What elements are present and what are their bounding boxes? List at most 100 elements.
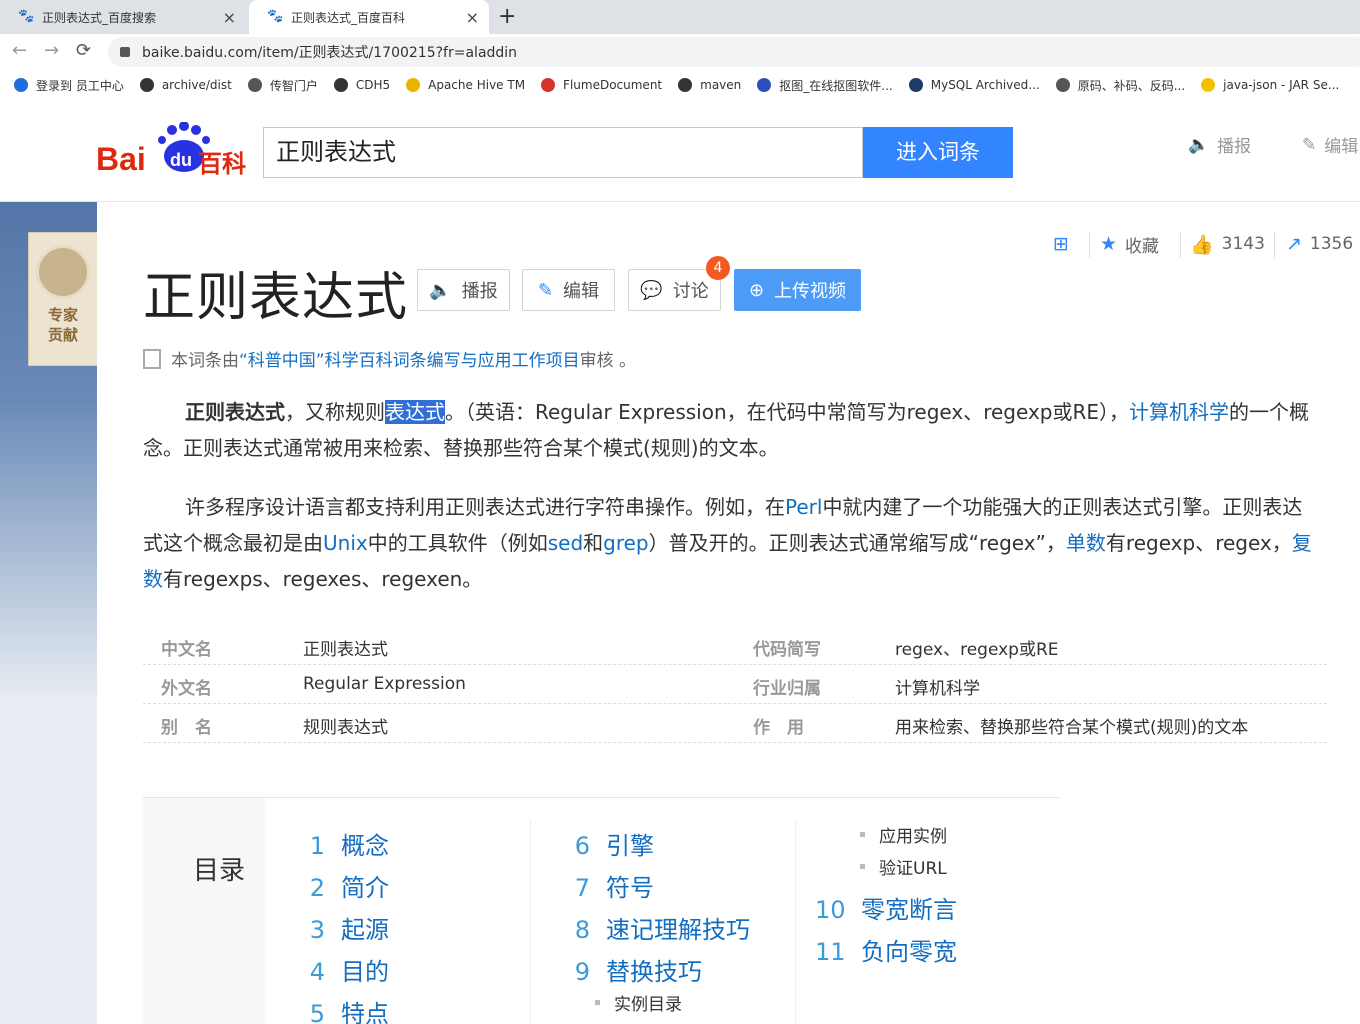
- audit-suffix: 审核 。: [579, 351, 637, 371]
- bookmark-item[interactable]: 原码、补码、反码...: [1055, 77, 1185, 94]
- bookmark-item[interactable]: 登录到 员工中心: [14, 77, 124, 94]
- toc-item[interactable]: 4 目的: [295, 952, 389, 987]
- like-count: 3143: [1221, 234, 1265, 254]
- table-of-contents: 目录 1 概念 2 简介 3 起源 4 目的 5 特点 6 引擎 7 符号 8 速记理解技巧 9…: [143, 797, 1060, 1024]
- collect-label: 收藏: [1125, 236, 1160, 257]
- bookmark-favicon-icon: [333, 78, 348, 92]
- toc-subitem[interactable]: 验证URL: [860, 854, 947, 879]
- toc-title: 特点: [341, 1000, 389, 1024]
- reload-button[interactable]: ⟳: [76, 40, 91, 61]
- bookmark-label: java-json - JAR Se...: [1223, 78, 1340, 92]
- link-unix[interactable]: Unix: [323, 531, 368, 555]
- add-entry-button[interactable]: ⊞: [1053, 230, 1077, 258]
- bullet-icon: [595, 1000, 600, 1005]
- bookmark-label: maven: [700, 78, 742, 92]
- toc-item[interactable]: 2 简介: [295, 868, 389, 903]
- edit-label: 编辑: [563, 281, 600, 302]
- toc-item[interactable]: 10 零宽断言: [815, 890, 957, 925]
- expert-contribution-badge[interactable]: 专家 贡献: [28, 232, 98, 366]
- toc-item[interactable]: 9 替换技巧: [560, 952, 702, 987]
- info-value: Regular Expression: [303, 674, 466, 694]
- tab-title: 正则表达式_百度百科: [291, 10, 406, 25]
- baidu-baike-logo[interactable]: Bai du 百科: [96, 121, 252, 178]
- bookmark-favicon-icon: [908, 78, 923, 92]
- broadcast-label: 播报: [461, 281, 498, 302]
- divider: [1274, 232, 1275, 258]
- info-value: 规则表达式: [303, 718, 388, 738]
- edit-button[interactable]: ✎ 编辑: [522, 269, 615, 311]
- header-edit-button[interactable]: ✎ 编辑: [1302, 132, 1359, 158]
- address-bar[interactable]: baike.baidu.com/item/正则表达式/1700215?fr=al…: [108, 37, 1360, 67]
- tab-close-icon[interactable]: ×: [466, 8, 479, 27]
- bullet-icon: [860, 864, 865, 869]
- bookmark-favicon-icon: [541, 78, 556, 92]
- bookmark-favicon-icon: [757, 78, 772, 92]
- link-singular[interactable]: 单数: [1066, 531, 1106, 555]
- info-value: regex、regexp或RE: [895, 640, 1059, 660]
- new-tab-button[interactable]: +: [498, 4, 516, 29]
- toc-title: 起源: [341, 916, 389, 944]
- text-span: ，又称规则: [285, 400, 385, 424]
- header-broadcast-button[interactable]: 🔈 播报: [1188, 132, 1251, 158]
- enter-entry-button[interactable]: 进入词条: [863, 127, 1013, 178]
- toc-item[interactable]: 7 符号: [560, 868, 654, 903]
- toc-item[interactable]: 1 概念: [295, 826, 389, 861]
- toc-item[interactable]: 6 引擎: [560, 826, 654, 861]
- baidu-paw-icon: 🐾: [267, 9, 284, 24]
- toc-item[interactable]: 5 特点: [295, 994, 389, 1024]
- bookmark-item[interactable]: java-json - JAR Se...: [1201, 78, 1339, 92]
- header-edit-label: 编辑: [1324, 137, 1359, 157]
- upload-video-button[interactable]: ⊕ 上传视频: [734, 269, 861, 311]
- collect-button[interactable]: ★ 收藏: [1100, 230, 1159, 258]
- info-key: 作 用: [753, 718, 804, 738]
- star-icon: ★: [1100, 233, 1118, 255]
- forward-button[interactable]: →: [44, 40, 59, 61]
- link-sed[interactable]: sed: [548, 531, 583, 555]
- bookmark-item[interactable]: MySQL Archived...: [908, 78, 1040, 92]
- browser-tab-search[interactable]: 🐾 正则表达式_百度搜索 ×: [0, 0, 246, 34]
- plus-square-icon: ⊞: [1053, 233, 1069, 255]
- toc-subitem[interactable]: 实例目录: [595, 990, 682, 1015]
- toc-subitem-label: 应用实例: [879, 827, 947, 847]
- discuss-label: 讨论: [672, 281, 709, 302]
- bookmark-label: archive/dist: [161, 78, 232, 92]
- broadcast-button[interactable]: 🔈 播报: [417, 269, 510, 311]
- logo-du: du: [170, 150, 192, 170]
- pencil-icon: ✎: [1302, 134, 1317, 155]
- tab-close-icon[interactable]: ×: [223, 8, 236, 27]
- speaker-icon: 🔈: [429, 279, 452, 301]
- like-button[interactable]: 👍 3143: [1190, 230, 1265, 258]
- link-perl[interactable]: Perl: [785, 495, 822, 519]
- share-button[interactable]: ↗ 1356: [1286, 230, 1353, 258]
- logo-baike: 百科: [198, 150, 246, 178]
- search-input[interactable]: 正则表达式: [263, 127, 863, 178]
- audit-link[interactable]: “科普中国”科学百科词条编写与应用工作项目: [239, 346, 580, 371]
- browser-tab-baike[interactable]: 🐾 正则表达式_百度百科 ×: [249, 0, 489, 34]
- bookmark-item[interactable]: CDH5: [333, 78, 390, 92]
- toc-number: 4: [309, 958, 325, 986]
- bookmark-item[interactable]: archive/dist: [139, 78, 232, 92]
- discuss-button[interactable]: 💬 讨论: [628, 269, 721, 311]
- toc-title: 目的: [341, 958, 389, 986]
- toc-item[interactable]: 3 起源: [295, 910, 389, 945]
- toc-item[interactable]: 11 负向零宽: [815, 932, 957, 967]
- toc-item[interactable]: 8 速记理解技巧: [560, 910, 750, 945]
- toc-number: 11: [815, 938, 846, 966]
- bookmark-item[interactable]: maven: [678, 78, 741, 92]
- plus-circle-icon: ⊕: [748, 279, 765, 301]
- baike-header: Bai du 百科 正则表达式 进入词条 🔈 播报 ✎ 编辑: [0, 100, 1360, 202]
- link-computer-science[interactable]: 计算机科学: [1129, 400, 1229, 424]
- bookmark-item[interactable]: 抠图_在线抠图软件...: [757, 77, 893, 94]
- back-button[interactable]: ←: [12, 40, 27, 61]
- bookmark-favicon-icon: [247, 78, 262, 92]
- toc-number: 1: [309, 832, 325, 860]
- toc-number: 3: [309, 916, 325, 944]
- info-value: 计算机科学: [895, 679, 980, 699]
- toc-subitem[interactable]: 应用实例: [860, 822, 947, 847]
- link-grep[interactable]: grep: [603, 531, 648, 555]
- bookmark-label: 抠图_在线抠图软件...: [779, 78, 893, 93]
- upload-video-label: 上传视频: [774, 281, 847, 302]
- bookmark-item[interactable]: Apache Hive TM: [406, 78, 525, 92]
- bookmark-item[interactable]: FlumeDocument: [541, 78, 662, 92]
- bookmark-item[interactable]: 传智门户: [247, 77, 318, 94]
